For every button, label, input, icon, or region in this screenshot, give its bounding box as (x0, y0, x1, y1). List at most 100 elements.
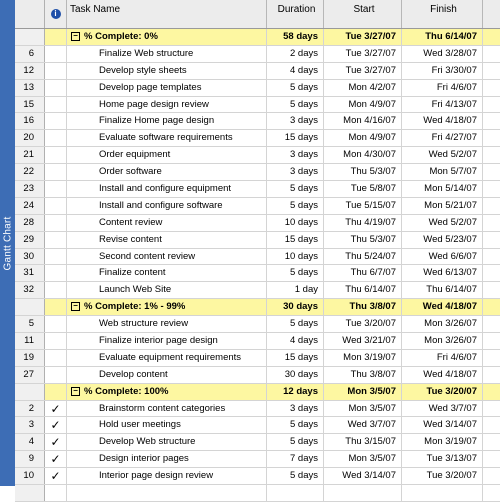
table-row[interactable]: 16 Finalize Home page design 3 days Mon 4/1… (15, 113, 500, 131)
task-name-cell[interactable]: Brainstorm content categories (67, 400, 267, 417)
start-cell[interactable]: Tue 5/15/07 (324, 197, 402, 214)
group-name-cell[interactable]: −% Complete: 100% (67, 383, 267, 400)
duration-cell[interactable]: 30 days (267, 366, 324, 383)
task-name-cell[interactable]: Finalize Web structure (67, 45, 267, 62)
task-name-cell[interactable]: Install and configure software (67, 197, 267, 214)
task-name-cell[interactable]: Content review (67, 214, 267, 231)
collapse-toggle-icon[interactable]: − (71, 302, 80, 312)
start-cell[interactable]: Wed 3/21/07 (324, 333, 402, 349)
finish-cell[interactable]: Wed 3/7/07 (402, 400, 483, 417)
start-cell[interactable]: Tue 3/27/07 (324, 45, 402, 62)
duration-cell[interactable]: 2 days (267, 45, 324, 62)
finish-cell[interactable]: Fri 4/6/07 (402, 79, 483, 96)
start-cell[interactable]: Tue 3/27/07 (324, 29, 402, 45)
finish-cell[interactable]: Wed 6/6/07 (402, 248, 483, 265)
row-id-cell[interactable]: 23 (15, 181, 45, 197)
duration-cell[interactable]: 15 days (267, 231, 324, 248)
duration-cell[interactable]: 4 days (267, 333, 324, 349)
finish-cell[interactable]: Fri 4/13/07 (402, 96, 483, 113)
row-id-cell[interactable]: 10 (15, 468, 45, 485)
finish-cell[interactable]: Wed 3/28/07 (402, 45, 483, 62)
start-cell[interactable]: Thu 4/19/07 (324, 214, 402, 231)
start-cell[interactable]: Wed 3/14/07 (324, 468, 402, 485)
task-name-cell[interactable]: Hold user meetings (67, 417, 267, 434)
finish-cell[interactable]: Fri 4/27/07 (402, 130, 483, 147)
table-row[interactable]: 10 ✓ Interior page design review 5 days Wed … (15, 468, 500, 486)
finish-cell[interactable]: Mon 5/14/07 (402, 181, 483, 197)
finish-cell[interactable]: Fri 4/6/07 (402, 349, 483, 366)
task-name-column-header[interactable]: Task Name (67, 0, 267, 28)
table-row[interactable]: 29 Revise content 15 days Thu 5/3/07 Wed 5/2… (15, 231, 500, 249)
table-row[interactable]: 24 Install and configure software 5 days Tu… (15, 197, 500, 215)
row-id-cell[interactable] (15, 299, 45, 316)
table-row[interactable]: 9 ✓ Design interior pages 7 days Mon 3/5/07 T… (15, 451, 500, 469)
table-row[interactable]: 20 Evaluate software requirements 15 days M… (15, 130, 500, 148)
row-id-cell[interactable]: 20 (15, 130, 45, 147)
group-name-cell[interactable]: −% Complete: 0% (67, 29, 267, 45)
finish-cell[interactable]: Wed 4/18/07 (402, 299, 483, 316)
table-row[interactable]: 15 Home page design review 5 days Mon 4/9/0… (15, 96, 500, 114)
row-id-cell[interactable]: 6 (15, 45, 45, 62)
duration-cell[interactable]: 10 days (267, 248, 324, 265)
table-row[interactable]: 3 ✓ Hold user meetings 5 days Wed 3/7/07 Wed … (15, 417, 500, 435)
duration-cell[interactable]: 5 days (267, 197, 324, 214)
row-id-cell[interactable]: 9 (15, 451, 45, 468)
row-id-cell[interactable]: 15 (15, 96, 45, 113)
task-name-cell[interactable]: Evaluate software requirements (67, 130, 267, 147)
duration-cell[interactable]: 3 days (267, 147, 324, 164)
empty-row[interactable] (15, 485, 500, 502)
table-row[interactable]: 11 Finalize interior page design 4 days Wed… (15, 333, 500, 350)
group-row[interactable]: −% Complete: 0% 58 days Tue 3/27/07 Thu 6/1… (15, 29, 500, 46)
row-id-cell[interactable]: 12 (15, 62, 45, 79)
indicators-column-header[interactable]: i (45, 0, 67, 28)
start-cell[interactable]: Mon 3/19/07 (324, 349, 402, 366)
row-id-cell[interactable]: 3 (15, 417, 45, 434)
duration-cell[interactable]: 5 days (267, 181, 324, 197)
table-row[interactable]: 21 Order equipment 3 days Mon 4/30/07 Wed 5/… (15, 147, 500, 165)
collapse-toggle-icon[interactable]: − (71, 31, 80, 41)
duration-cell[interactable]: 10 days (267, 214, 324, 231)
finish-cell[interactable]: Wed 5/23/07 (402, 231, 483, 248)
row-id-cell[interactable]: 22 (15, 164, 45, 181)
duration-cell[interactable]: 4 days (267, 62, 324, 79)
start-cell[interactable]: Thu 3/15/07 (324, 434, 402, 451)
start-cell[interactable]: Wed 3/7/07 (324, 417, 402, 434)
empty-cell[interactable] (15, 485, 45, 501)
start-cell[interactable]: Mon 3/5/07 (324, 451, 402, 468)
row-id-cell[interactable]: 31 (15, 265, 45, 282)
empty-cell[interactable] (45, 485, 67, 501)
duration-cell[interactable]: 5 days (267, 79, 324, 96)
finish-cell[interactable]: Mon 3/19/07 (402, 434, 483, 451)
group-name-cell[interactable]: −% Complete: 1% - 99% (67, 299, 267, 316)
task-name-cell[interactable]: Home page design review (67, 96, 267, 113)
task-name-cell[interactable]: Order software (67, 164, 267, 181)
duration-cell[interactable]: 58 days (267, 29, 324, 45)
row-id-cell[interactable]: 13 (15, 79, 45, 96)
task-name-cell[interactable]: Evaluate equipment requirements (67, 349, 267, 366)
table-row[interactable]: 6 Finalize Web structure 2 days Tue 3/27/07… (15, 45, 500, 63)
finish-cell[interactable]: Tue 3/20/07 (402, 468, 483, 485)
start-cell[interactable]: Tue 5/8/07 (324, 181, 402, 197)
empty-cell[interactable] (267, 485, 324, 501)
task-name-cell[interactable]: Design interior pages (67, 451, 267, 468)
table-row[interactable]: 22 Order software 3 days Thu 5/3/07 Mon 5/7/… (15, 164, 500, 182)
task-name-cell[interactable]: Develop style sheets (67, 62, 267, 79)
row-id-cell[interactable]: 32 (15, 282, 45, 299)
duration-cell[interactable]: 5 days (267, 468, 324, 485)
row-id-cell[interactable] (15, 29, 45, 45)
start-cell[interactable]: Thu 3/8/07 (324, 366, 402, 383)
task-name-cell[interactable]: Web structure review (67, 316, 267, 333)
start-column-header[interactable]: Start (324, 0, 402, 28)
row-id-cell[interactable]: 5 (15, 316, 45, 333)
table-row[interactable]: 4 ✓ Develop Web structure 5 days Thu 3/15/07… (15, 434, 500, 452)
duration-cell[interactable]: 7 days (267, 451, 324, 468)
finish-cell[interactable]: Wed 4/18/07 (402, 113, 483, 130)
start-cell[interactable]: Thu 5/24/07 (324, 248, 402, 265)
table-row[interactable]: 31 Finalize content 5 days Thu 6/7/07 Wed 6/… (15, 265, 500, 283)
finish-cell[interactable]: Mon 5/7/07 (402, 164, 483, 181)
finish-column-header[interactable]: Finish (402, 0, 483, 28)
start-cell[interactable]: Tue 3/27/07 (324, 62, 402, 79)
finish-cell[interactable]: Thu 6/14/07 (402, 29, 483, 45)
task-name-cell[interactable]: Finalize interior page design (67, 333, 267, 349)
table-row[interactable]: 27 Develop content 30 days Thu 3/8/07 Wed 4/… (15, 366, 500, 384)
